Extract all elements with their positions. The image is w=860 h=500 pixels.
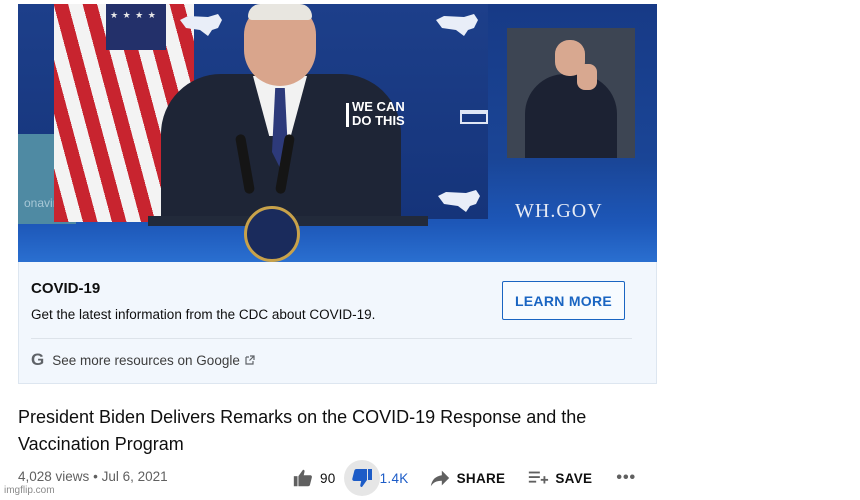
- share-button[interactable]: SHARE: [429, 464, 506, 492]
- info-panel: COVID-19 Get the latest information from…: [18, 262, 657, 384]
- info-panel-description: Get the latest information from the CDC …: [31, 307, 376, 322]
- save-label: SAVE: [555, 470, 593, 486]
- white-house-icon: [460, 110, 488, 124]
- presidential-seal: [244, 206, 300, 262]
- like-count: 90: [320, 470, 336, 486]
- video-title: President Biden Delivers Remarks on the …: [18, 407, 587, 454]
- google-resources-link[interactable]: G See more resources on Google: [31, 350, 255, 370]
- playlist-add-icon: [529, 471, 549, 484]
- like-button[interactable]: 90: [292, 464, 336, 492]
- google-icon: G: [31, 350, 45, 369]
- share-arrow-icon: [430, 470, 449, 487]
- site-watermark: WH.GOV: [515, 200, 603, 222]
- flag-canton: [106, 4, 166, 50]
- meta-separator: •: [93, 469, 98, 484]
- thumbs-up-icon: [293, 469, 312, 487]
- dislike-button[interactable]: 1.4K: [343, 460, 409, 496]
- sign-language-interpreter: [507, 28, 635, 158]
- backdrop-text: onavir: [24, 196, 57, 210]
- video-player[interactable]: onavir WE CAN DO THIS WH.GOV: [18, 4, 657, 262]
- backdrop-slogan: WE CAN DO THIS: [346, 100, 405, 128]
- thumbs-down-icon: [351, 469, 372, 487]
- info-panel-title: COVID-19: [31, 280, 101, 297]
- video-meta: 4,028 views • Jul 6, 2021: [18, 469, 168, 484]
- share-label: SHARE: [456, 470, 506, 486]
- external-link-icon: [245, 355, 255, 365]
- more-actions-button[interactable]: •••: [616, 464, 636, 492]
- action-bar: 90 1.4K SHARE SAVE •••: [290, 460, 636, 496]
- upload-date: Jul 6, 2021: [101, 469, 168, 484]
- save-button[interactable]: SAVE: [527, 464, 592, 492]
- us-map-icon: [180, 14, 222, 36]
- google-resources-label: See more resources on Google: [52, 352, 240, 368]
- speaker-hair: [248, 4, 312, 20]
- us-map-icon: [436, 14, 478, 36]
- learn-more-button[interactable]: LEARN MORE: [502, 281, 625, 320]
- dislike-count: 1.4K: [379, 470, 409, 486]
- divider: [31, 338, 632, 339]
- view-count: 4,028 views: [18, 469, 90, 484]
- imgflip-watermark: imgflip.com: [4, 485, 55, 496]
- us-map-icon: [438, 190, 480, 212]
